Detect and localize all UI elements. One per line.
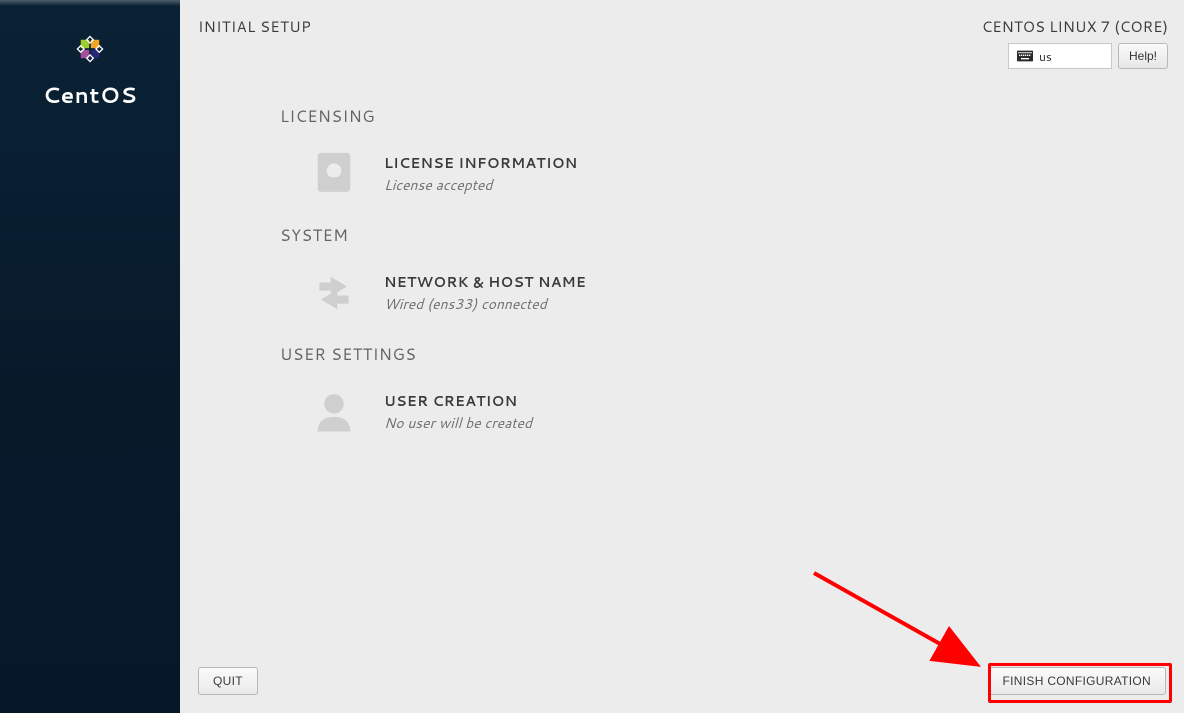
spoke-status: License accepted: [384, 175, 578, 195]
sidebar: CentOS: [0, 0, 180, 713]
section-heading-licensing: LICENSING: [280, 105, 1168, 128]
header-controls: us Help!: [1008, 43, 1168, 69]
quit-button[interactable]: QUIT: [198, 667, 258, 695]
user-icon: [306, 384, 362, 440]
keyboard-layout-label: us: [1039, 48, 1052, 65]
spoke-network-hostname[interactable]: NETWORK & HOST NAME Wired (ens33) connec…: [280, 265, 1168, 321]
network-icon: [306, 265, 362, 321]
header-right: CENTOS LINUX 7 (CORE) us Help!: [982, 16, 1168, 69]
page-title: INITIAL SETUP: [198, 16, 311, 69]
logo-block: CentOS: [43, 28, 138, 111]
spoke-title: NETWORK & HOST NAME: [384, 272, 586, 292]
main-panel: INITIAL SETUP CENTOS LINUX 7 (CORE) us H…: [180, 0, 1184, 713]
spoke-status: Wired (ens33) connected: [384, 294, 586, 314]
distro-label: CENTOS LINUX 7 (CORE): [982, 16, 1168, 37]
centos-logo-icon: [69, 28, 111, 70]
header: INITIAL SETUP CENTOS LINUX 7 (CORE) us H…: [180, 0, 1184, 69]
spoke-status: No user will be created: [384, 413, 532, 433]
help-button[interactable]: Help!: [1118, 43, 1168, 69]
spoke-text: NETWORK & HOST NAME Wired (ens33) connec…: [384, 272, 586, 314]
sidebar-top-edge: [0, 0, 180, 6]
content: LICENSING LICENSE INFORMATION License ac…: [180, 69, 1184, 649]
product-name: CentOS: [43, 80, 138, 111]
app-root: CentOS INITIAL SETUP CENTOS LINUX 7 (COR…: [0, 0, 1184, 713]
section-heading-system: SYSTEM: [280, 224, 1168, 247]
footer: QUIT FINISH CONFIGURATION: [180, 649, 1184, 713]
spoke-user-creation[interactable]: USER CREATION No user will be created: [280, 384, 1168, 440]
spoke-title: LICENSE INFORMATION: [384, 153, 578, 173]
section-heading-user: USER SETTINGS: [280, 343, 1168, 366]
spoke-license-information[interactable]: LICENSE INFORMATION License accepted: [280, 146, 1168, 202]
license-icon: [306, 146, 362, 202]
keyboard-icon: [1017, 50, 1033, 62]
spoke-title: USER CREATION: [384, 391, 532, 411]
spoke-text: USER CREATION No user will be created: [384, 391, 532, 433]
finish-configuration-button[interactable]: FINISH CONFIGURATION: [988, 667, 1166, 695]
keyboard-layout-indicator[interactable]: us: [1008, 43, 1112, 69]
spoke-text: LICENSE INFORMATION License accepted: [384, 153, 578, 195]
